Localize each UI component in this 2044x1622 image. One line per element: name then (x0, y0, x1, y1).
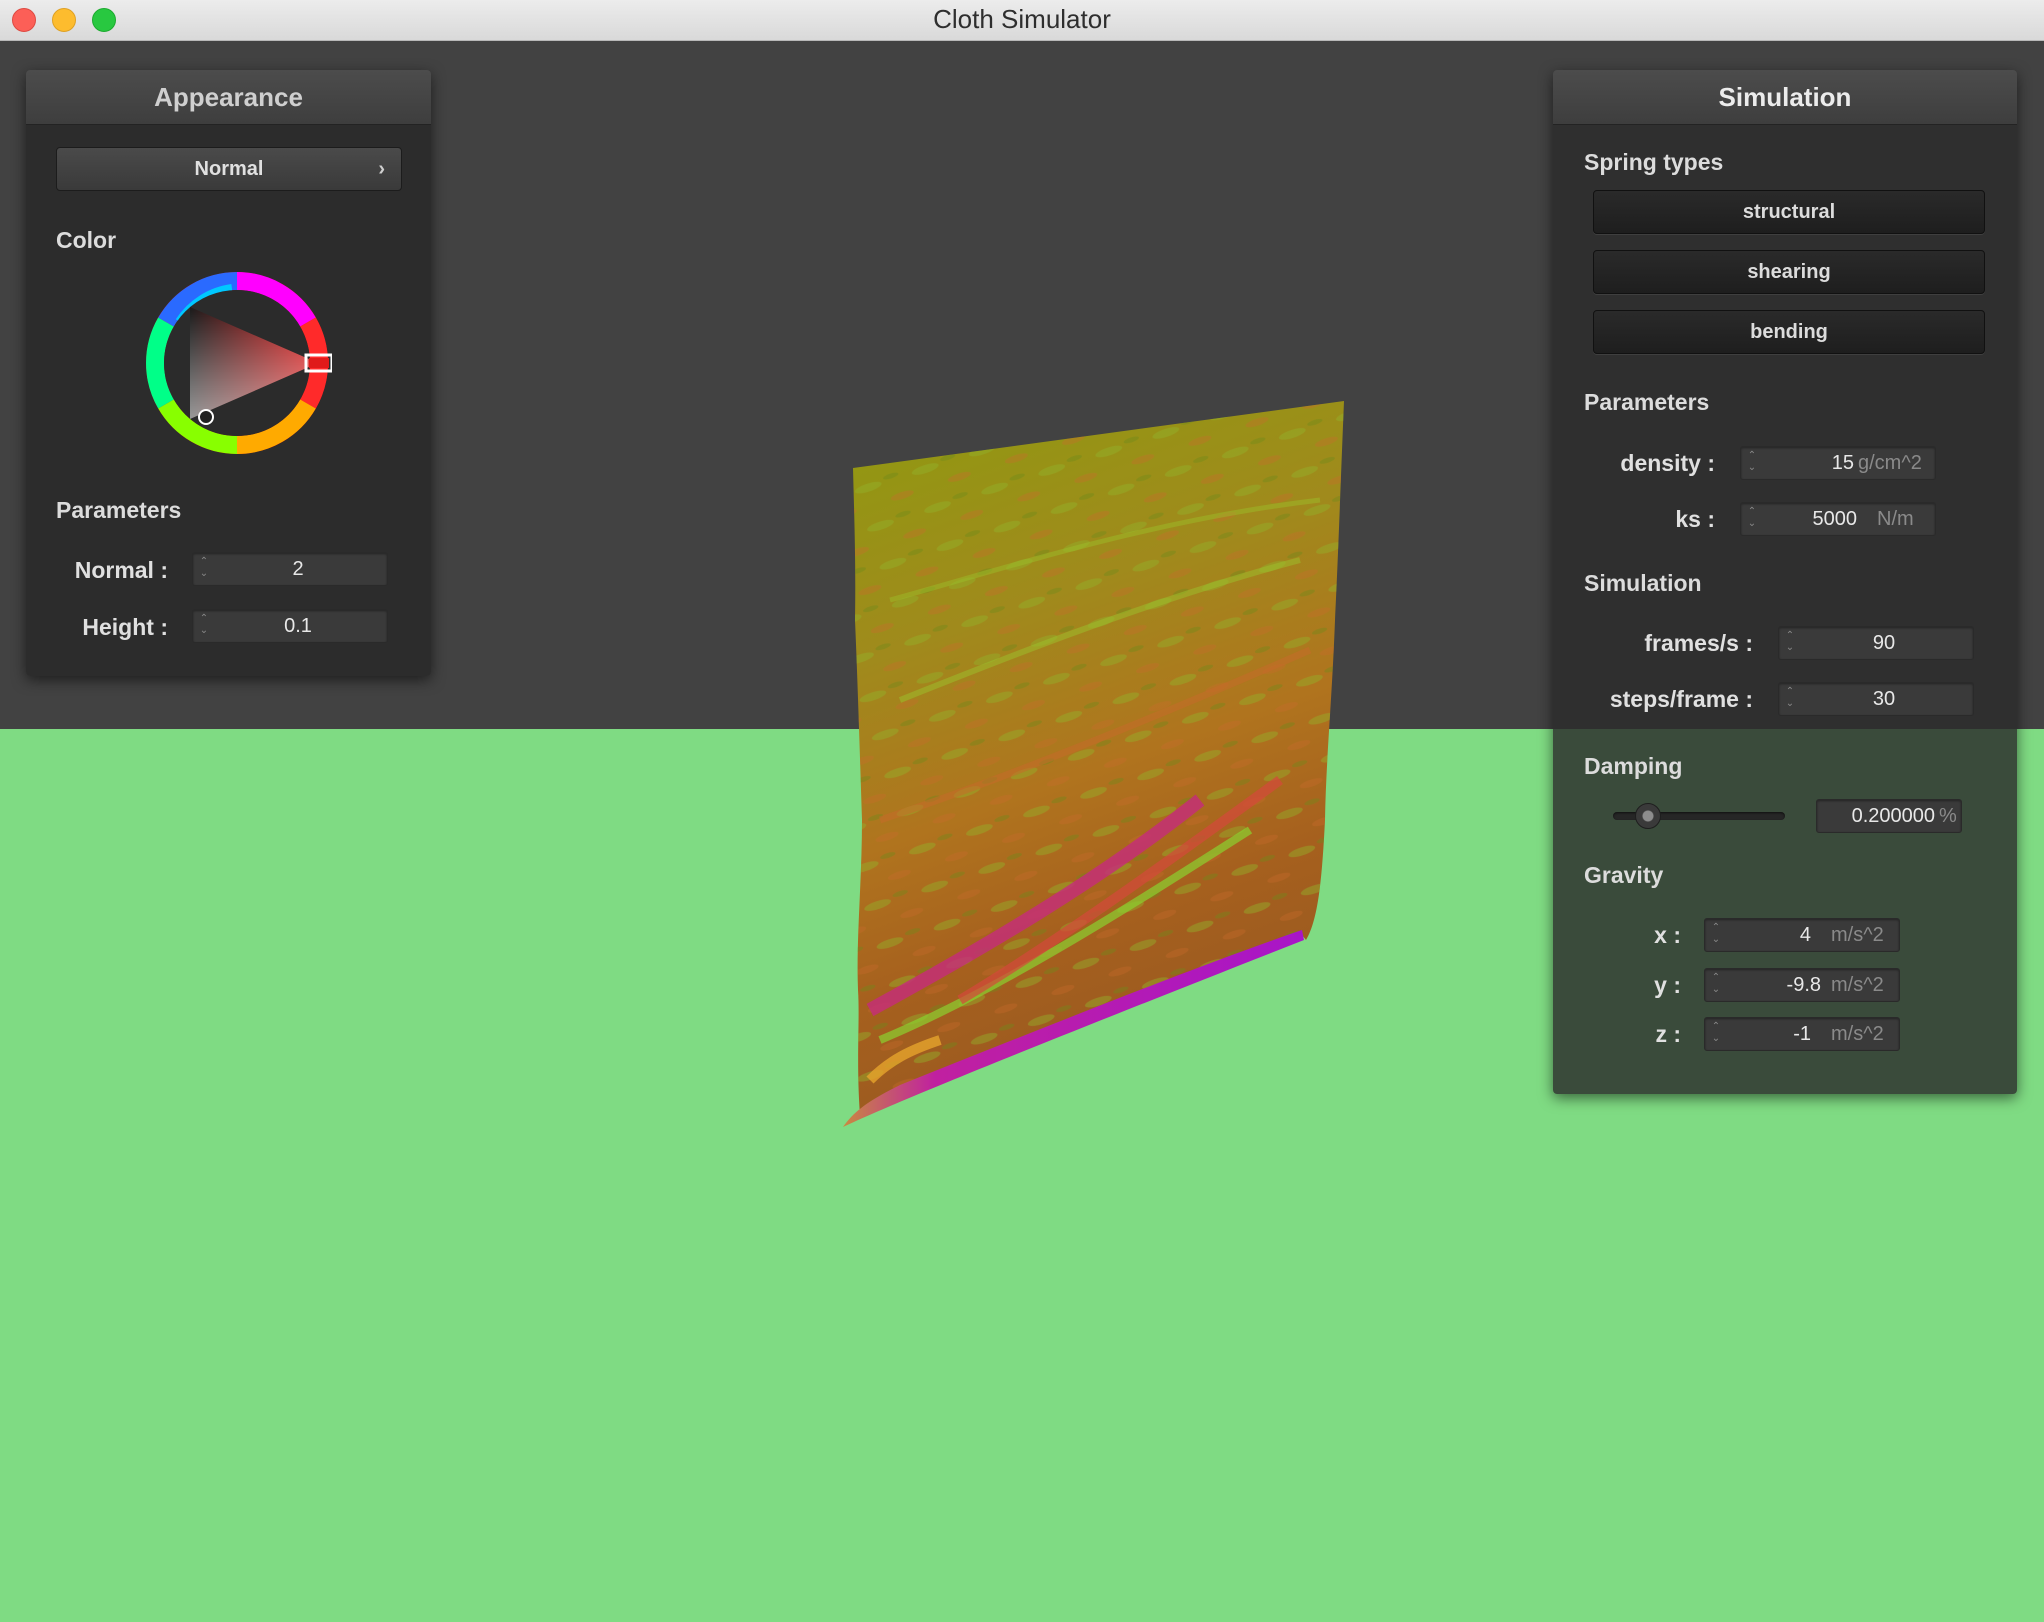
simulation-parameters-label: Parameters (1584, 389, 1710, 415)
gravity-z-label: z : (1655, 1021, 1681, 1047)
appearance-panel-header: Appearance (26, 70, 431, 125)
frames-value: 90 (1872, 632, 1896, 654)
structural-spring-button[interactable]: structural (1593, 190, 1985, 234)
steps-spinbox[interactable]: ⌃ ⌄ 30 (1778, 682, 1974, 716)
chevron-right-icon: › (378, 158, 385, 180)
gravity-section-label: Gravity (1584, 862, 1664, 888)
appearance-parameters-label: Parameters (56, 497, 182, 523)
gravity-x-spinbox[interactable]: ⌃ ⌄ 4 m/s^2 (1704, 918, 1900, 952)
color-section-label: Color (56, 227, 117, 253)
density-unit: g/cm^2 (1858, 452, 1922, 474)
gravity-y-label: y : (1654, 972, 1681, 998)
color-picker-dot[interactable] (198, 409, 214, 425)
spin-arrows-icon[interactable]: ⌃ ⌄ (1785, 686, 1795, 712)
spin-arrows-icon[interactable]: ⌃ ⌄ (1747, 506, 1757, 532)
steps-value: 30 (1872, 688, 1896, 710)
gravity-x-value: 4 (1799, 924, 1811, 946)
height-spinbox[interactable]: ⌃ ⌄ 0.1 (192, 609, 388, 643)
ks-field-label: ks : (1675, 506, 1715, 532)
gravity-x-unit: m/s^2 (1831, 924, 1884, 946)
simulation-panel-header: Simulation (1553, 70, 2017, 125)
simulation-panel: Simulation Spring types structural shear… (1553, 70, 2017, 1094)
bending-spring-button[interactable]: bending (1593, 310, 1985, 354)
gravity-z-unit: m/s^2 (1831, 1023, 1884, 1045)
normal-value: 2 (292, 558, 304, 580)
density-spinbox[interactable]: ⌃ ⌄ 15 g/cm^2 (1740, 446, 1936, 480)
simulation-section-label: Simulation (1584, 570, 1702, 596)
spin-arrows-icon[interactable]: ⌃ ⌄ (1711, 922, 1721, 948)
normal-field-label: Normal : (74, 557, 168, 583)
spin-arrows-icon[interactable]: ⌃ ⌄ (1711, 972, 1721, 998)
gravity-y-unit: m/s^2 (1831, 974, 1884, 996)
ks-spinbox[interactable]: ⌃ ⌄ 5000 N/m (1740, 502, 1936, 536)
spin-arrows-icon[interactable]: ⌃ ⌄ (1785, 630, 1795, 656)
density-value: 15 (1831, 452, 1854, 474)
damping-slider-knob[interactable] (1635, 803, 1662, 829)
steps-field-label: steps/frame : (1609, 686, 1753, 712)
gravity-x-label: x : (1654, 922, 1681, 948)
gravity-y-value: -9.8 (1786, 974, 1821, 996)
spin-arrows-icon[interactable]: ⌃ ⌄ (1711, 1021, 1721, 1047)
gravity-z-spinbox[interactable]: ⌃ ⌄ -1 m/s^2 (1704, 1017, 1900, 1051)
frames-spinbox[interactable]: ⌃ ⌄ 90 (1778, 626, 1974, 660)
appearance-panel: Appearance Normal › Color Parameters Nor… (26, 70, 431, 676)
damping-value: 0.200000 (1851, 805, 1935, 827)
spin-arrows-icon[interactable]: ⌃ ⌄ (199, 556, 209, 582)
frames-field-label: frames/s : (1644, 630, 1753, 656)
ks-unit: N/m (1877, 508, 1914, 530)
gravity-y-spinbox[interactable]: ⌃ ⌄ -9.8 m/s^2 (1704, 968, 1900, 1002)
density-field-label: density : (1620, 450, 1715, 476)
damping-section-label: Damping (1584, 753, 1683, 779)
spin-arrows-icon[interactable]: ⌃ ⌄ (199, 613, 209, 639)
normal-spinbox[interactable]: ⌃ ⌄ 2 (192, 552, 388, 586)
damping-unit: % (1939, 805, 1957, 827)
shearing-spring-button[interactable]: shearing (1593, 250, 1985, 294)
ks-value: 5000 (1812, 508, 1858, 530)
shader-select-value: Normal (194, 158, 264, 180)
height-value: 0.1 (284, 615, 312, 637)
damping-field[interactable]: 0.200000 % (1816, 799, 1962, 833)
gravity-z-value: -1 (1793, 1023, 1811, 1045)
spring-types-label: Spring types (1584, 149, 1724, 175)
color-wheel[interactable] (142, 268, 332, 458)
spin-arrows-icon[interactable]: ⌃ ⌄ (1747, 450, 1757, 476)
height-field-label: Height : (82, 614, 168, 640)
shader-select[interactable]: Normal › (56, 147, 402, 191)
